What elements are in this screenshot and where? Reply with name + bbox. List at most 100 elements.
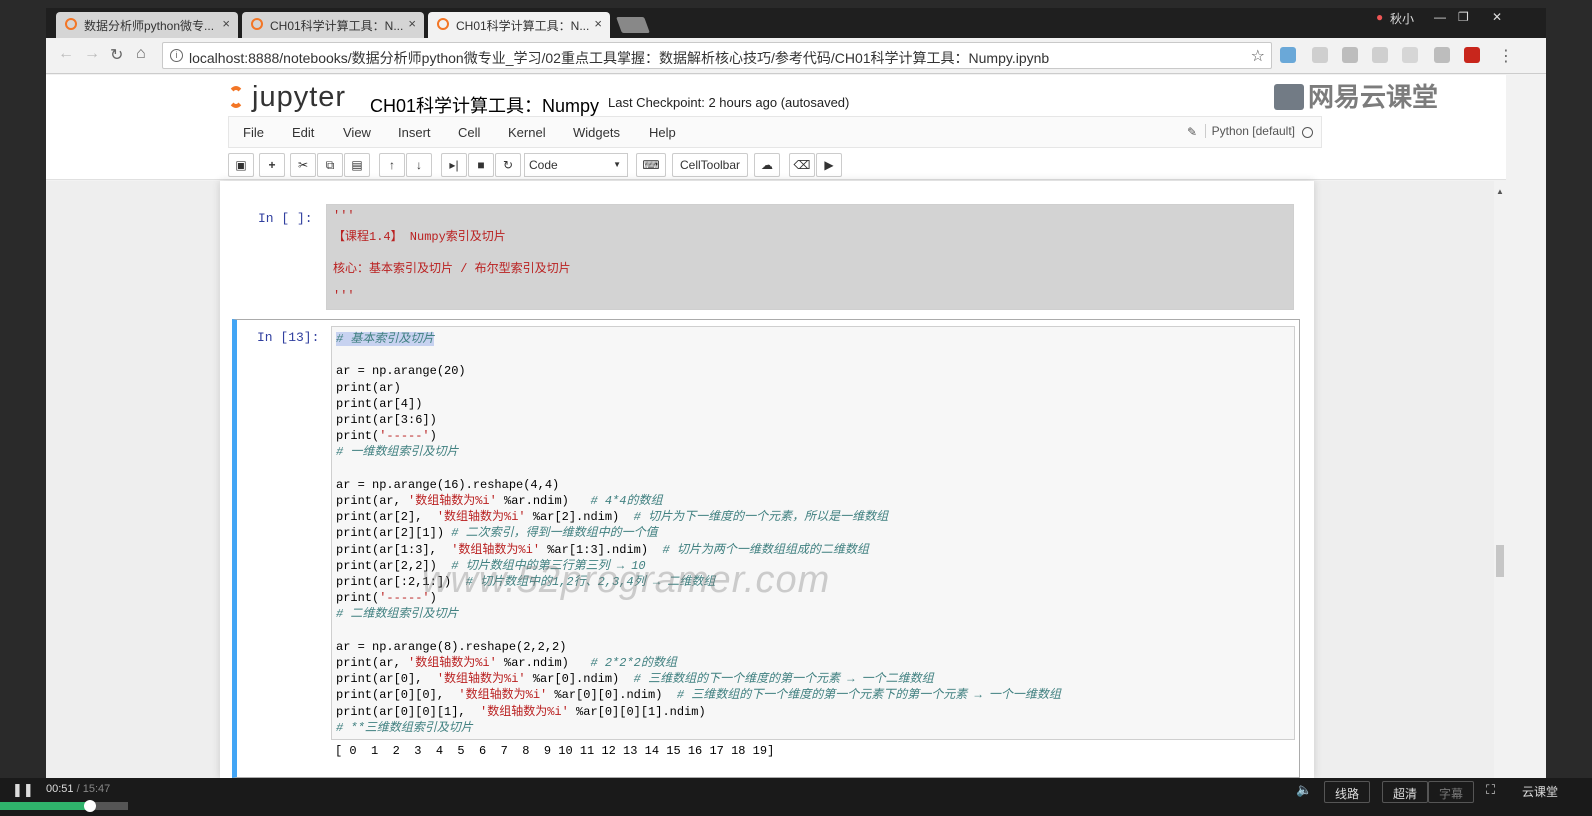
video-progress-handle[interactable]: [83, 800, 96, 812]
volume-icon[interactable]: 🔈: [1296, 782, 1312, 798]
window-user-label: 秋小: [1390, 12, 1415, 26]
fullscreen-icon[interactable]: ⛶: [1486, 782, 1495, 798]
cell-1-prompt: In [ ]:: [258, 211, 313, 226]
code-line: print(ar): [336, 380, 401, 395]
browser-window: 数据分析师python微专... × CH01科学计算工具：N... × CH0…: [46, 8, 1546, 778]
move-up-icon[interactable]: ↑: [379, 153, 405, 177]
video-progress-bar[interactable]: [0, 800, 128, 812]
close-icon[interactable]: ×: [408, 16, 416, 31]
cut-icon[interactable]: ✂: [290, 153, 316, 177]
close-icon[interactable]: ×: [594, 16, 602, 31]
trash-icon[interactable]: ⌫: [789, 153, 815, 177]
markdown-code-cell[interactable]: ''' 【课程1.4】 Numpy索引及切片 核心：基本索引及切片 / 布尔型索…: [326, 204, 1294, 310]
notebook-title[interactable]: CH01科学计算工具：Numpy: [370, 92, 599, 118]
minimize-icon[interactable]: —: [1434, 10, 1446, 30]
code-line: # **三维数组索引及切片: [336, 720, 473, 735]
tab-3-label: CH01科学计算工具：N...: [456, 19, 590, 33]
site-watermark: www.52programer.com: [422, 559, 831, 601]
user-icon[interactable]: ●: [1376, 10, 1383, 30]
code-line: print(ar[3:6]): [336, 413, 437, 428]
new-tab-button[interactable]: [616, 17, 650, 33]
tab-2[interactable]: CH01科学计算工具：N... ×: [242, 12, 424, 38]
menu-widgets[interactable]: Widgets: [573, 125, 620, 140]
address-bar: ← → ↻ ⌂ i localhost:8888/notebooks/数据分析师…: [46, 38, 1546, 74]
cell-1-line: 核心：基本索引及切片 / 布尔型索引及切片: [333, 262, 571, 276]
code-line: # 二维数组索引及切片: [336, 607, 459, 622]
pause-icon[interactable]: ❚❚: [12, 782, 34, 798]
back-icon[interactable]: ←: [58, 45, 74, 63]
home-icon[interactable]: ⌂: [136, 45, 146, 63]
reload-icon[interactable]: ↻: [110, 45, 123, 65]
route-button[interactable]: 线路: [1324, 781, 1371, 803]
menu-cell[interactable]: Cell: [458, 125, 480, 140]
stop-icon[interactable]: ■: [468, 153, 494, 177]
menu-help[interactable]: Help: [649, 125, 676, 140]
window-close-icon[interactable]: ✕: [1492, 10, 1502, 30]
menu-kernel[interactable]: Kernel: [508, 125, 546, 140]
video-time: 00:51 / 15:47: [46, 783, 111, 795]
menu-bar: File Edit View Insert Cell Kernel Widget…: [228, 116, 1322, 148]
brand-watermark-text: 网易云课堂: [1308, 82, 1439, 112]
code-line: print(ar, '数组轴数为%i' %ar.ndim) # 4*4的数组: [336, 494, 663, 509]
menu-view[interactable]: View: [343, 125, 371, 140]
add-cell-icon[interactable]: +: [259, 153, 285, 177]
scrollbar-thumb[interactable]: [1496, 545, 1504, 577]
code-input-area[interactable]: # 基本索引及切片​ar = np.arange(20)print(ar)pri…: [331, 326, 1295, 740]
extension-icon[interactable]: [1280, 47, 1296, 63]
jupyter-header: jupyter CH01科学计算工具：Numpy Last Checkpoint…: [46, 75, 1506, 180]
keyboard-icon[interactable]: ⌨: [636, 153, 666, 177]
cell-type-select[interactable]: Code ▼: [524, 153, 628, 177]
paste-icon[interactable]: ▤: [344, 153, 370, 177]
menu-file[interactable]: File: [243, 125, 264, 140]
subtitle-button[interactable]: 字幕: [1428, 781, 1475, 803]
quality-button[interactable]: 超清: [1382, 781, 1429, 803]
jupyter-tab-icon: [437, 18, 449, 30]
browser-menu-icon[interactable]: ⋮: [1498, 46, 1514, 66]
code-line: # 基本索引及切片: [336, 332, 435, 346]
celltoolbar-button[interactable]: CellToolbar: [672, 153, 749, 177]
forward-icon[interactable]: →: [84, 45, 100, 63]
extension-icon[interactable]: [1342, 47, 1358, 63]
extension-icon[interactable]: [1312, 47, 1328, 63]
menu-insert[interactable]: Insert: [398, 125, 431, 140]
video-progress-fill: [0, 802, 90, 810]
bookmark-star-icon[interactable]: ☆: [1251, 46, 1265, 66]
restore-icon[interactable]: ❐: [1458, 10, 1469, 30]
copy-icon[interactable]: ⧉: [317, 153, 343, 177]
extension-icon[interactable]: [1434, 47, 1450, 63]
code-line: print('-----'): [336, 429, 437, 444]
total-time: 15:47: [82, 783, 111, 795]
run-icon[interactable]: ▸|: [441, 153, 467, 177]
pdf-icon[interactable]: [1464, 47, 1480, 63]
save-icon[interactable]: ▣: [228, 153, 254, 177]
cloud-upload-icon[interactable]: ☁: [754, 153, 780, 177]
tab-2-label: CH01科学计算工具：N...: [270, 19, 404, 33]
close-icon[interactable]: ×: [222, 16, 230, 31]
tab-1[interactable]: 数据分析师python微专... ×: [56, 12, 238, 38]
selected-code-cell[interactable]: In [13]: # 基本索引及切片​ar = np.arange(20)pri…: [232, 319, 1300, 778]
scroll-up-icon[interactable]: ▲: [1496, 187, 1504, 196]
cell-1-line: ''': [333, 209, 355, 223]
code-line: print(ar[4]): [336, 396, 423, 411]
page-scrollbar[interactable]: ▲: [1494, 181, 1506, 778]
cell-1-line: ''': [333, 289, 355, 303]
notebook-toolbar: ▣ + ✂ ⧉ ▤ ↑ ↓ ▸| ■ ↻ Code ▼ ⌨ CellToolbar…: [228, 153, 1322, 181]
extension-icon[interactable]: [1402, 47, 1418, 63]
cell-type-value: Code: [529, 158, 558, 172]
menu-edit[interactable]: Edit: [292, 125, 314, 140]
code-line: ar = np.arange(20): [336, 364, 466, 379]
screen: 数据分析师python微专... × CH01科学计算工具：N... × CH0…: [0, 0, 1592, 816]
present-icon[interactable]: ▶: [816, 153, 842, 177]
shield-icon[interactable]: [1372, 47, 1388, 63]
tab-3-active[interactable]: CH01科学计算工具：N... ×: [428, 12, 610, 38]
move-down-icon[interactable]: ↓: [406, 153, 432, 177]
code-line: print(ar[2][1]) # 二次索引，得到一维数组中的一个值: [336, 526, 658, 541]
info-icon[interactable]: i: [170, 49, 183, 62]
restart-icon[interactable]: ↻: [495, 153, 521, 177]
cell-2-prompt: In [13]:: [257, 330, 320, 345]
code-editor[interactable]: # 基本索引及切片​ar = np.arange(20)print(ar)pri…: [336, 331, 1061, 736]
pencil-icon[interactable]: ✎: [1187, 125, 1197, 139]
cell-output: [ 0 1 2 3 4 5 6 7 8 9 10 11 12 13 14 15 …: [335, 744, 775, 758]
url-field[interactable]: i localhost:8888/notebooks/数据分析师python微专…: [162, 42, 1272, 69]
jupyter-logo[interactable]: jupyter: [228, 81, 346, 114]
